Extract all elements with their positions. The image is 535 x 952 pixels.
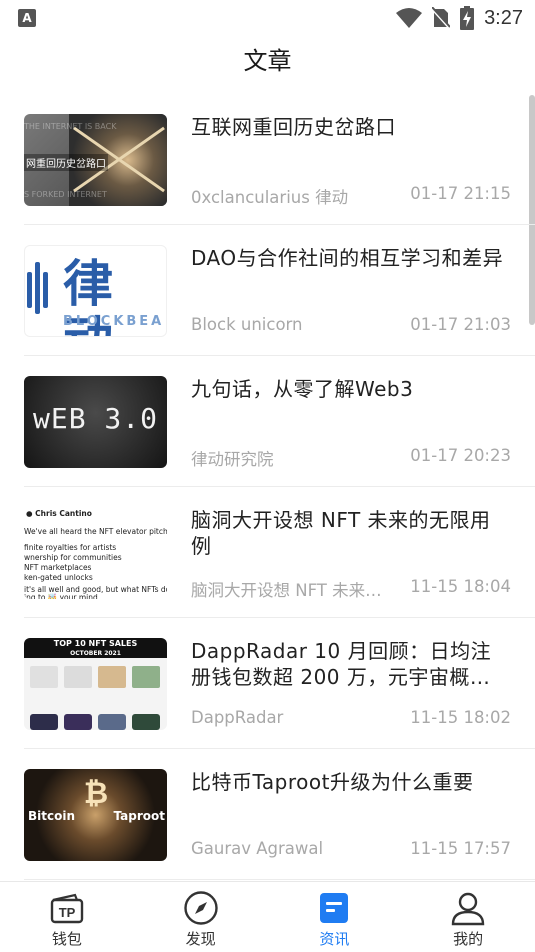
- thumbnail-header: TOP 10 NFT SALES OCTOBER 2021: [24, 638, 167, 658]
- article-author: Block unicorn: [191, 315, 303, 334]
- thumbnail-caption: BLOCKBEA: [63, 314, 165, 329]
- blockbeats-logo-icon: [25, 262, 55, 314]
- article-item[interactable]: TOP 10 NFT SALES OCTOBER 2021 DappRadar …: [24, 618, 535, 749]
- compass-icon: [183, 891, 218, 925]
- svg-text:TP: TP: [59, 905, 76, 920]
- article-title[interactable]: DAO与合作社间的相互学习和差异: [191, 245, 506, 271]
- article-list: THE INTERNET IS BACK 网重回历史岔路口 S FORKED I…: [24, 94, 535, 880]
- app-notification-icon: A: [18, 9, 36, 27]
- article-time: 01-17 20:23: [410, 446, 511, 465]
- status-time: 3:27: [484, 6, 523, 29]
- article-author: 脑洞大开设想 NFT 未来…: [191, 581, 382, 600]
- article-author: Gaurav Agrawal: [191, 839, 324, 858]
- nav-item-news[interactable]: 资讯: [268, 882, 402, 952]
- article-item[interactable]: THE INTERNET IS BACK 网重回历史岔路口 S FORKED I…: [24, 94, 535, 225]
- no-sim-icon: [432, 7, 451, 29]
- article-time: 11-15 18:04: [410, 577, 511, 596]
- thumbnail-caption: Bitcoin: [28, 809, 76, 823]
- article-item[interactable]: ● Chris Cantino We've all heard the NFT …: [24, 487, 535, 618]
- nav-label: 资讯: [319, 930, 350, 948]
- article-title[interactable]: DappRadar 10 月回顾：日均注册钱包数超 200 万，元宇宙概…: [191, 638, 506, 690]
- bottom-nav: TP 钱包 发现 资讯 我的: [0, 881, 535, 952]
- nav-label: 钱包: [51, 930, 82, 948]
- article-time: 11-15 18:02: [410, 708, 511, 727]
- article-time: 01-17 21:15: [410, 184, 511, 203]
- page-title: 文章: [243, 47, 292, 75]
- article-title[interactable]: 脑洞大开设想 NFT 未来的无限用例: [191, 507, 506, 559]
- nav-item-discover[interactable]: 发现: [134, 882, 268, 952]
- thumbnail-caption: wEB 3.0: [32, 402, 158, 435]
- article-thumbnail: THE INTERNET IS BACK 网重回历史岔路口 S FORKED I…: [24, 114, 167, 206]
- article-thumbnail: 律动 BLOCKBEA: [24, 245, 167, 337]
- article-time: 01-17 21:03: [410, 315, 511, 334]
- status-bar: A 3:27: [0, 0, 535, 36]
- article-author: DappRadar: [191, 708, 284, 727]
- article-title[interactable]: 比特币Taproot升级为什么重要: [191, 769, 506, 795]
- status-icons: 3:27: [396, 6, 523, 30]
- article-time: 11-15 17:57: [410, 839, 511, 858]
- article-item[interactable]: wEB 3.0 九句话，从零了解Web3 律动研究院 01-17 20:23: [24, 356, 535, 487]
- article-thumbnail: ₿ Bitcoin Taproot: [24, 769, 167, 861]
- article-thumbnail: ● Chris Cantino We've all heard the NFT …: [24, 507, 167, 599]
- nav-item-wallet[interactable]: TP 钱包: [0, 882, 134, 952]
- wifi-icon: [396, 8, 423, 28]
- thumbnail-caption: 网重回历史岔路口: [24, 154, 108, 171]
- article-item[interactable]: ₿ Bitcoin Taproot 比特币Taproot升级为什么重要 Gaur…: [24, 749, 535, 880]
- wallet-tp-icon: TP: [50, 893, 84, 924]
- article-thumbnail: TOP 10 NFT SALES OCTOBER 2021: [24, 638, 167, 730]
- article-title[interactable]: 互联网重回历史岔路口: [191, 114, 506, 140]
- article-author: 律动研究院: [191, 450, 274, 469]
- nav-item-profile[interactable]: 我的: [401, 882, 535, 952]
- bitcoin-icon: ₿: [83, 776, 109, 811]
- page-header: 文章: [0, 36, 535, 90]
- article-thumbnail: wEB 3.0: [24, 376, 167, 468]
- nav-label: 发现: [185, 930, 216, 948]
- news-icon: [320, 893, 349, 923]
- article-author: 0xclancularius 律动: [191, 188, 349, 207]
- article-item[interactable]: 律动 BLOCKBEA DAO与合作社间的相互学习和差异 Block unico…: [24, 225, 535, 356]
- profile-icon: [451, 892, 485, 926]
- article-title[interactable]: 九句话，从零了解Web3: [191, 376, 506, 402]
- nav-label: 我的: [453, 930, 484, 948]
- thumbnail-caption: Taproot: [113, 809, 165, 823]
- battery-charging-icon: [460, 6, 475, 30]
